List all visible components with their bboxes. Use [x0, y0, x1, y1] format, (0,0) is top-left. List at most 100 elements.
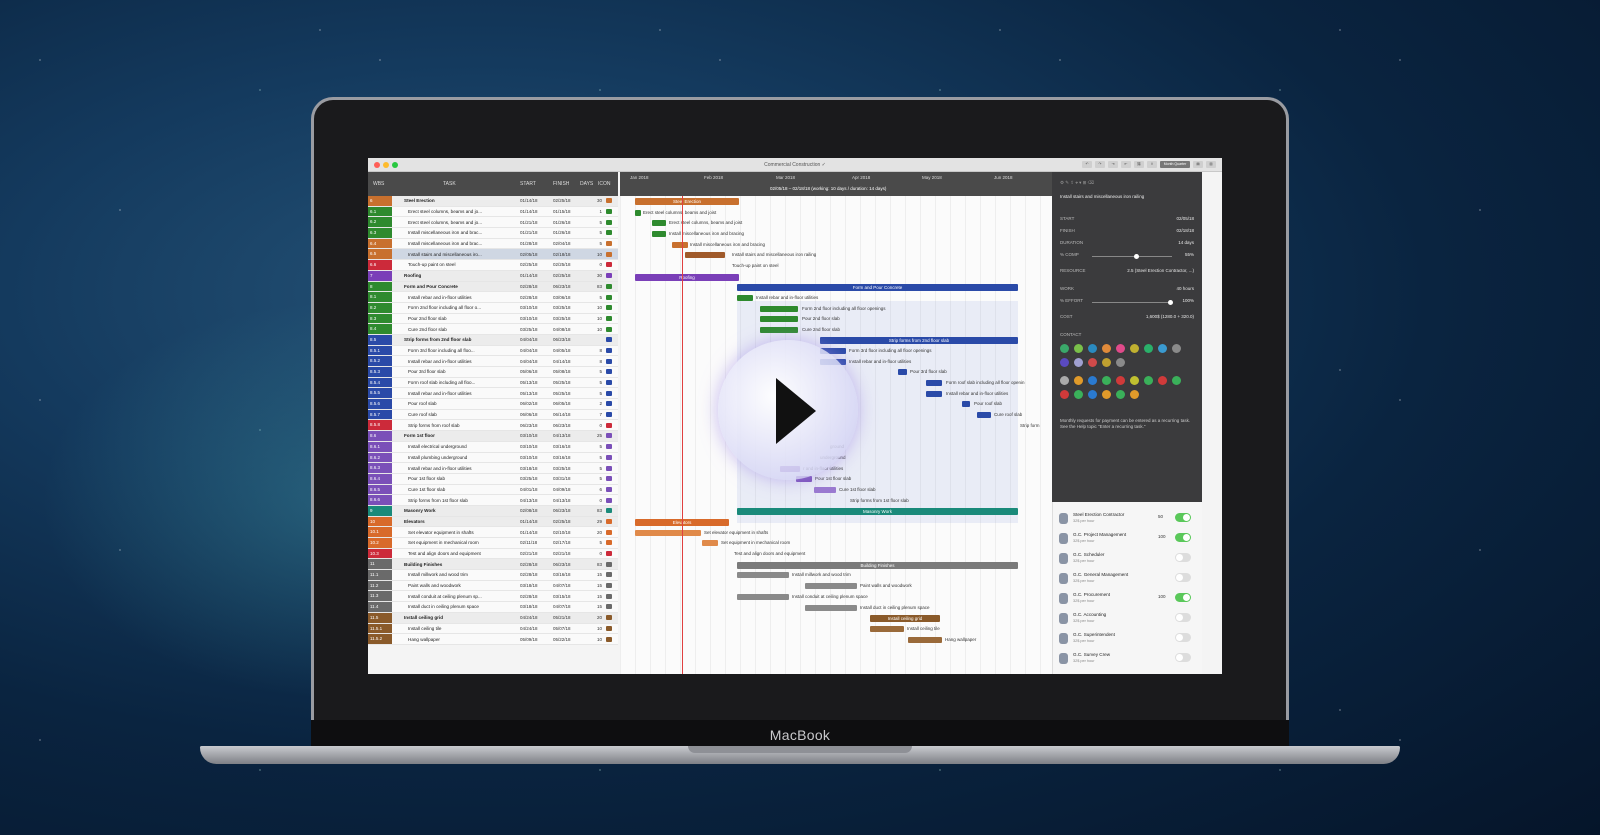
- task-row[interactable]: 10.2 Set equipment in mechanical room 02/1…: [368, 538, 618, 549]
- bar-11-4[interactable]: [805, 605, 857, 611]
- outdent-icon[interactable]: ⇤: [1121, 161, 1131, 168]
- task-row[interactable]: 8.6.6 Strip forms from 1st floor slab 04/1…: [368, 495, 618, 506]
- col-header-finish[interactable]: FINISH: [553, 181, 569, 187]
- finish-cell[interactable]: 05/21/18: [553, 615, 583, 620]
- days-cell[interactable]: 5: [590, 391, 602, 396]
- status-icon-choice[interactable]: [1172, 376, 1181, 385]
- summary-bar-ceiling[interactable]: Install ceiling grid: [870, 615, 940, 622]
- finish-cell[interactable]: 05/25/18: [553, 391, 583, 396]
- resource-toggle[interactable]: [1175, 633, 1191, 642]
- days-cell[interactable]: 10: [590, 637, 602, 642]
- finish-cell[interactable]: 04/14/18: [553, 359, 583, 364]
- start-cell[interactable]: 01/14/18: [520, 273, 550, 278]
- days-cell[interactable]: 5: [590, 230, 602, 235]
- duration-value[interactable]: 14 days: [1178, 240, 1194, 245]
- start-cell[interactable]: 01/28/18: [520, 241, 550, 246]
- start-cell[interactable]: 05/09/18: [520, 637, 550, 642]
- effort-slider[interactable]: [1092, 300, 1173, 305]
- finish-cell[interactable]: 03/16/18: [553, 572, 583, 577]
- status-icon-choice[interactable]: [1088, 390, 1097, 399]
- task-row[interactable]: 8.5 Strip forms from 2nd floor slab 04/04/…: [368, 334, 618, 346]
- task-name-cell[interactable]: Form and Pour Concrete: [404, 284, 539, 289]
- col-header-task[interactable]: TASK: [443, 181, 456, 187]
- days-cell[interactable]: 2: [590, 401, 602, 406]
- finish-cell[interactable]: 06/23/18: [553, 337, 583, 342]
- task-name-cell[interactable]: Form 1st floor: [404, 433, 539, 438]
- task-row[interactable]: 8.6.1 Install electrical underground 03/10…: [368, 441, 618, 453]
- resource-row[interactable]: G.C. Procurement 32$ per hour 100: [1053, 590, 1202, 608]
- zoom-scale-button[interactable]: Month Quarter: [1160, 161, 1190, 168]
- color-swatch[interactable]: [1088, 344, 1097, 353]
- finish-cell[interactable]: 01/15/18: [553, 209, 583, 214]
- color-swatch[interactable]: [1074, 358, 1083, 367]
- color-swatch[interactable]: [1144, 344, 1153, 353]
- start-cell[interactable]: 02/28/18: [520, 284, 550, 289]
- days-cell[interactable]: 5: [590, 241, 602, 246]
- inspector-task-title[interactable]: Install stairs and miscellaneous iron ra…: [1060, 194, 1194, 199]
- days-cell[interactable]: 7: [590, 412, 602, 417]
- share-icon[interactable]: ⇪: [1147, 161, 1157, 168]
- days-cell[interactable]: 5: [590, 466, 602, 471]
- video-play-button[interactable]: [718, 340, 858, 480]
- indent-icon[interactable]: ⇥: [1108, 161, 1118, 168]
- task-row[interactable]: 8.5.5 Install rebar and in-floor utilitie…: [368, 388, 618, 400]
- finish-cell[interactable]: 04/13/18: [553, 498, 583, 503]
- task-row[interactable]: 6.5 Install stairs and miscellaneous iro.…: [368, 249, 618, 261]
- start-cell[interactable]: 01/21/18: [520, 230, 550, 235]
- color-swatch[interactable]: [1102, 358, 1111, 367]
- task-row[interactable]: 11.5.1 Install ceiling tile 04/24/18 05/07/…: [368, 623, 618, 635]
- task-row[interactable]: 11.5.2 Hang wallpaper 05/09/18 05/22/18 10: [368, 634, 618, 645]
- color-swatch[interactable]: [1102, 344, 1111, 353]
- effort-slider-knob[interactable]: [1168, 300, 1173, 305]
- bar-8-5-7[interactable]: [977, 412, 991, 418]
- start-cell[interactable]: 02/28/18: [520, 562, 550, 567]
- color-swatch[interactable]: [1158, 344, 1167, 353]
- bar-8-2[interactable]: [760, 306, 798, 312]
- link-icon[interactable]: ⛓: [1134, 161, 1144, 168]
- resource-toggle[interactable]: [1175, 573, 1191, 582]
- status-icon-choice[interactable]: [1158, 376, 1167, 385]
- days-cell[interactable]: 29: [590, 519, 602, 524]
- days-cell[interactable]: 5: [590, 540, 602, 545]
- days-cell[interactable]: 10: [590, 252, 602, 257]
- task-row[interactable]: 10.1 Set elevator equipment in shafts 01/1…: [368, 527, 618, 538]
- start-cell[interactable]: 02/25/18: [520, 262, 550, 267]
- summary-bar-concrete[interactable]: Form and Pour Concrete: [737, 284, 1018, 291]
- finish-cell[interactable]: 04/07/18: [553, 583, 583, 588]
- resource-row[interactable]: G.C. Scheduler 32$ per hour: [1053, 550, 1202, 568]
- task-row[interactable]: 11.3 Install conduit at ceiling plenum sp…: [368, 591, 618, 603]
- finish-cell[interactable]: 01/26/18: [553, 230, 583, 235]
- task-row[interactable]: 6.4 Install miscellaneous iron and brac..…: [368, 238, 618, 250]
- task-name-cell[interactable]: Building Finishes: [404, 562, 539, 567]
- status-icon-choice[interactable]: [1116, 376, 1125, 385]
- status-icon-choice[interactable]: [1060, 376, 1069, 385]
- finish-cell[interactable]: 05/25/18: [553, 380, 583, 385]
- finish-cell[interactable]: 06/14/18: [553, 412, 583, 417]
- days-cell[interactable]: 20: [590, 615, 602, 620]
- days-cell[interactable]: 10: [590, 316, 602, 321]
- color-swatch[interactable]: [1088, 358, 1097, 367]
- status-icon-choice[interactable]: [1130, 390, 1139, 399]
- task-row[interactable]: 8.6.2 Install plumbing underground 03/10/1…: [368, 452, 618, 464]
- task-row[interactable]: 8.6 Form 1st floor 03/10/18 04/13/18 25: [368, 431, 618, 442]
- finish-cell[interactable]: 03/25/18: [553, 466, 583, 471]
- days-cell[interactable]: 15: [590, 594, 602, 599]
- start-cell[interactable]: 02/11/18: [520, 540, 550, 545]
- status-icon-choice[interactable]: [1130, 376, 1139, 385]
- task-row[interactable]: 8.1 Install rebar and in-floor utilities 0…: [368, 292, 618, 303]
- bar-6-3[interactable]: [652, 231, 666, 237]
- resource-row[interactable]: G.C. Project Management 32$ per hour 100: [1053, 530, 1202, 548]
- days-cell[interactable]: 5: [590, 380, 602, 385]
- status-icon-choice[interactable]: [1144, 376, 1153, 385]
- start-cell[interactable]: 04/04/18: [520, 359, 550, 364]
- resource-toggle[interactable]: [1175, 593, 1191, 602]
- summary-bar-finishes[interactable]: Building Finishes: [737, 562, 1018, 569]
- color-swatch[interactable]: [1060, 358, 1069, 367]
- task-row[interactable]: 8.5.1 Form 3rd floor including all floo..…: [368, 345, 618, 357]
- bar-8-1[interactable]: [737, 295, 753, 301]
- days-cell[interactable]: 30: [590, 198, 602, 203]
- bar-10-2[interactable]: [702, 540, 718, 546]
- task-row[interactable]: 8.6.5 Cure 1st floor slab 04/01/18 04/09/18…: [368, 484, 618, 496]
- summary-bar-steel[interactable]: Steel Erection: [635, 198, 739, 205]
- start-cell[interactable]: 02/08/18: [520, 508, 550, 513]
